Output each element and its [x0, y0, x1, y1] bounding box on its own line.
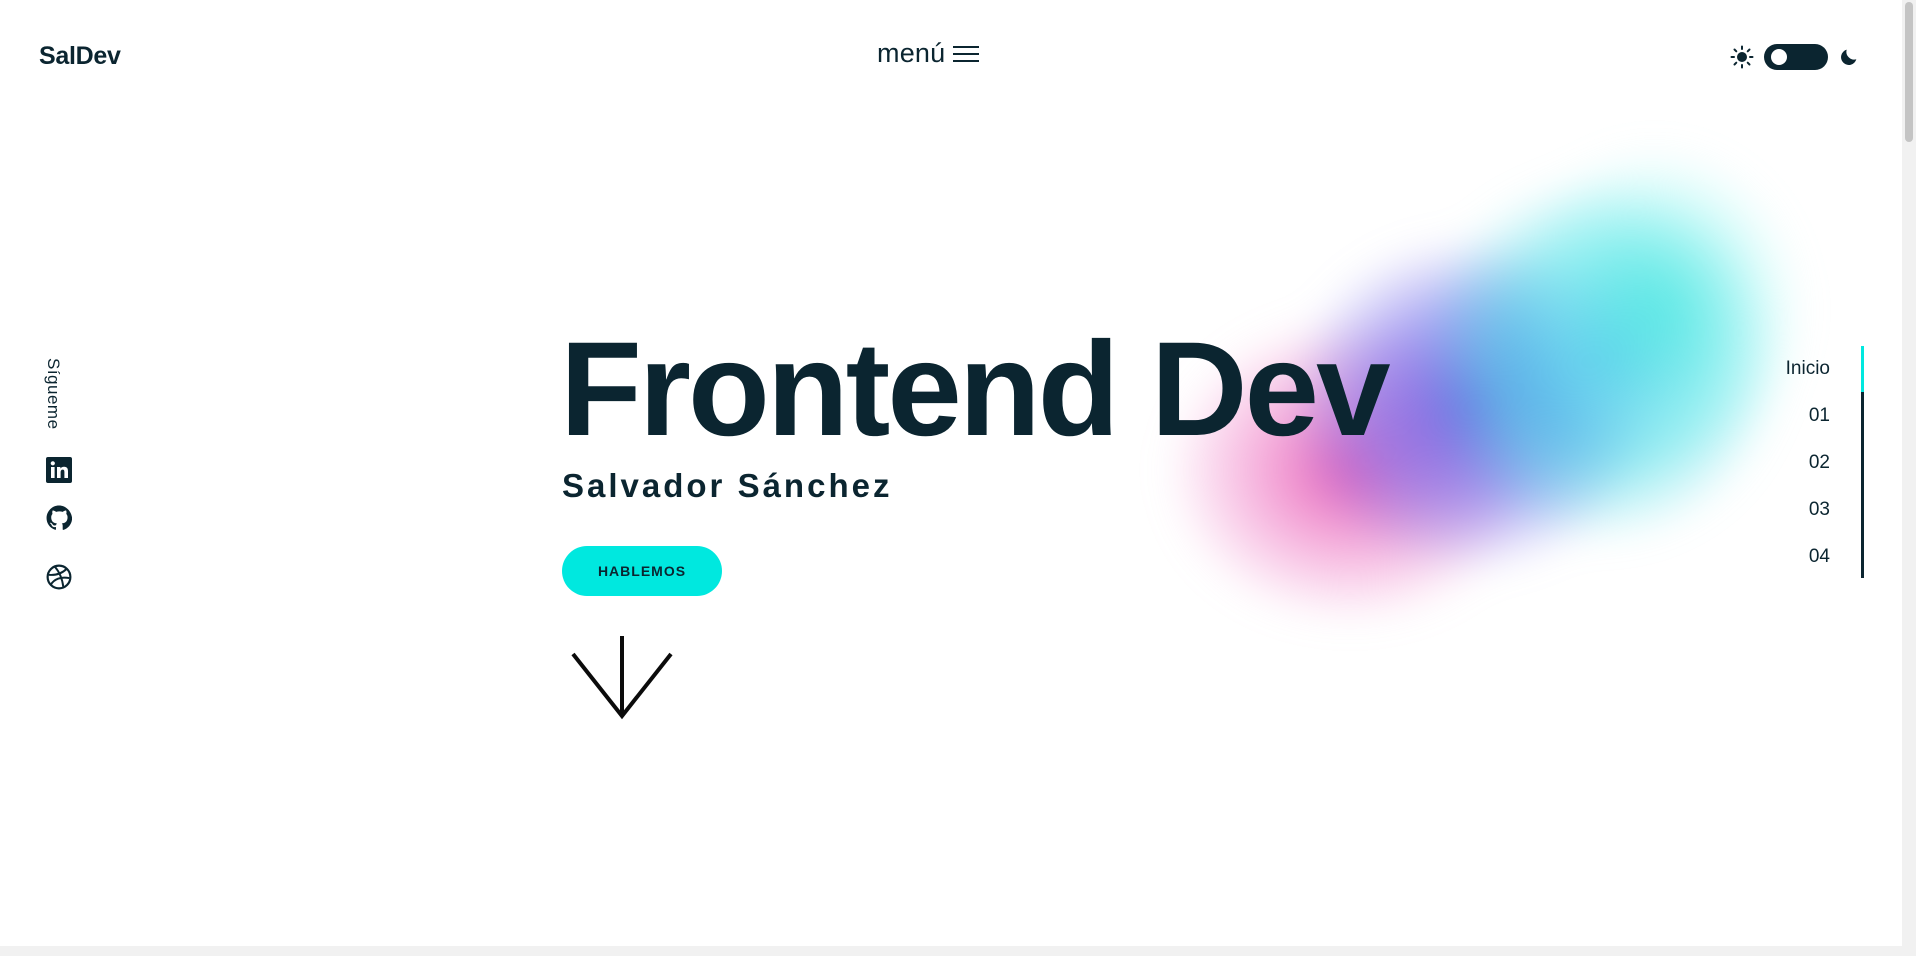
- linkedin-link[interactable]: [46, 457, 72, 483]
- hero-title: Frontend Dev: [560, 315, 1391, 464]
- hero-subtitle: Salvador Sánchez: [562, 467, 893, 504]
- section-nav-indicator: [1861, 346, 1864, 392]
- section-nav-item-03[interactable]: 03: [1809, 499, 1830, 521]
- theme-toggle[interactable]: [1764, 44, 1828, 70]
- theme-switcher: [1730, 44, 1860, 70]
- dribbble-link[interactable]: [46, 564, 72, 590]
- menu-button[interactable]: menú: [877, 38, 980, 69]
- site-logo[interactable]: SalDev: [39, 42, 121, 71]
- section-nav-item-01[interactable]: 01: [1809, 405, 1830, 427]
- theme-toggle-knob: [1771, 49, 1787, 65]
- hablemos-button[interactable]: HABLEMOS: [562, 546, 722, 596]
- linkedin-icon: [46, 457, 72, 483]
- moon-icon: [1841, 49, 1857, 65]
- hamburger-icon: [953, 43, 980, 65]
- github-link[interactable]: [46, 505, 72, 531]
- sun-icon: [1730, 45, 1754, 69]
- section-nav-item-02[interactable]: 02: [1809, 452, 1830, 474]
- vertical-scrollbar[interactable]: [1902, 0, 1916, 946]
- scrollbar-thumb[interactable]: [1905, 2, 1913, 142]
- dribbble-icon: [46, 564, 72, 590]
- section-nav: Inicio 01 02 03 04: [1740, 346, 1864, 578]
- arrow-down-icon: [571, 636, 673, 720]
- scroll-down-button[interactable]: [570, 634, 674, 727]
- section-nav-item-inicio[interactable]: Inicio: [1786, 358, 1830, 380]
- menu-label: menú: [877, 38, 946, 68]
- section-nav-item-04[interactable]: 04: [1809, 546, 1830, 568]
- github-icon: [46, 505, 72, 530]
- horizontal-scrollbar: [0, 946, 1916, 956]
- follow-label: Sígueme: [44, 358, 63, 430]
- page: SalDev menú Sígueme Frontend Dev Salvado…: [0, 0, 1916, 956]
